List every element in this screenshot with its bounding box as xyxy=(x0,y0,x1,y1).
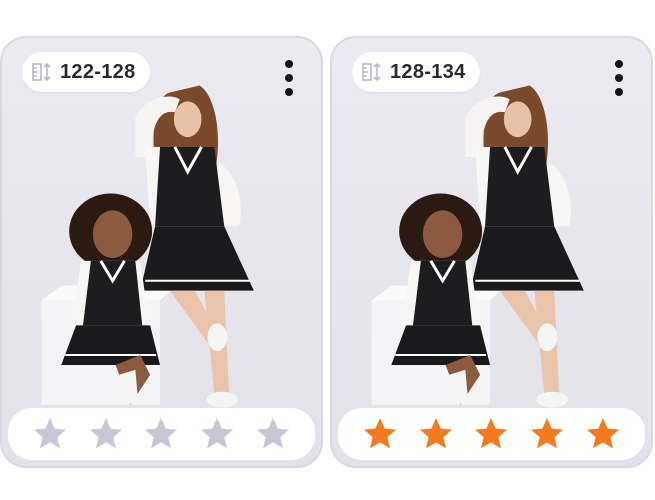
more-options-button[interactable] xyxy=(283,60,295,96)
product-photo xyxy=(2,38,321,466)
size-label: 122-128 xyxy=(60,60,136,83)
star-icon[interactable] xyxy=(143,416,179,452)
product-card-size-128-134[interactable]: 128-134 xyxy=(330,36,653,468)
star-icon[interactable] xyxy=(88,416,124,452)
more-vertical-icon xyxy=(615,60,623,68)
star-icon[interactable] xyxy=(585,416,621,452)
size-badge: 128-134 xyxy=(352,52,480,92)
star-icon[interactable] xyxy=(529,416,565,452)
more-vertical-icon xyxy=(285,60,293,68)
star-icon[interactable] xyxy=(32,416,68,452)
star-icon[interactable] xyxy=(418,416,454,452)
star-icon[interactable] xyxy=(255,416,291,452)
size-label: 128-134 xyxy=(390,60,466,83)
more-options-button[interactable] xyxy=(613,60,625,96)
star-icon[interactable] xyxy=(199,416,235,452)
product-photo xyxy=(332,38,651,466)
star-rating xyxy=(338,408,645,460)
product-card-size-122-128[interactable]: 122-128 xyxy=(0,36,323,468)
star-icon[interactable] xyxy=(473,416,509,452)
star-icon[interactable] xyxy=(362,416,398,452)
ruler-height-icon xyxy=(32,62,51,82)
star-rating xyxy=(8,408,315,460)
size-badge: 122-128 xyxy=(22,52,150,92)
ruler-height-icon xyxy=(362,62,381,82)
